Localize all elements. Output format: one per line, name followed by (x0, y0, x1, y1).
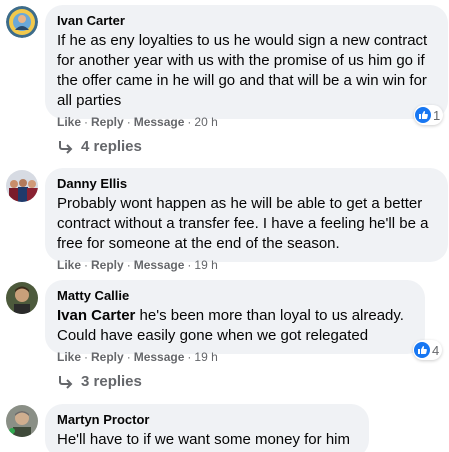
comment-actions: Like · Reply · Message · 19 h (57, 349, 218, 365)
replies-count: 3 replies (81, 373, 142, 390)
comment-actions: Like · Reply · Message · 20 h (57, 114, 218, 130)
reply-button[interactable]: Reply (91, 350, 124, 364)
comment-text: If he as eny loyalties to us he would si… (57, 32, 428, 109)
comment-author[interactable]: Danny Ellis (57, 176, 436, 192)
like-button[interactable]: Like (57, 115, 81, 129)
like-reaction-icon (414, 342, 430, 358)
reaction-count[interactable]: 4 (413, 340, 443, 360)
reaction-count[interactable]: 1 (414, 105, 444, 125)
replies-count: 4 replies (81, 138, 142, 155)
separator: · (84, 115, 89, 129)
comment-bubble: Matty Callie Ivan Carter he's been more … (45, 280, 425, 354)
comment-bubble: Danny Ellis Probably wont happen as he w… (45, 168, 448, 262)
separator: · (126, 258, 131, 272)
view-replies-button[interactable]: 4 replies (57, 137, 142, 157)
separator: · (187, 115, 192, 129)
like-button[interactable]: Like (57, 350, 81, 364)
like-reaction-icon (415, 107, 431, 123)
comment-text: Ivan Carter he's been more than loyal to… (57, 306, 413, 346)
profile-photo-icon (6, 282, 38, 314)
reply-button[interactable]: Reply (91, 115, 124, 129)
reaction-number: 4 (432, 342, 440, 358)
comment-author[interactable]: Ivan Carter (57, 13, 436, 29)
separator: · (84, 350, 89, 364)
message-button[interactable]: Message (134, 258, 185, 272)
view-replies-button[interactable]: 3 replies (57, 372, 142, 392)
timestamp[interactable]: 19 h (194, 258, 217, 272)
comment-author[interactable]: Matty Callie (57, 288, 413, 304)
separator: · (126, 115, 131, 129)
profile-photo-icon (6, 6, 38, 38)
reaction-number: 1 (433, 107, 441, 123)
mention-link[interactable]: Ivan Carter (57, 307, 135, 324)
separator: · (187, 258, 192, 272)
timestamp[interactable]: 20 h (194, 115, 217, 129)
reply-arrow-icon (59, 376, 73, 389)
like-button[interactable]: Like (57, 258, 81, 272)
comment-actions: Like · Reply · Message · 19 h (57, 257, 218, 273)
comment-bubble: Martyn Proctor He'll have to if we want … (45, 404, 369, 452)
reply-button[interactable]: Reply (91, 258, 124, 272)
message-button[interactable]: Message (134, 115, 185, 129)
avatar[interactable] (6, 6, 38, 38)
separator: · (84, 258, 89, 272)
comment-text: Probably wont happen as he will be able … (57, 195, 429, 252)
timestamp[interactable]: 19 h (194, 350, 217, 364)
message-button[interactable]: Message (134, 350, 185, 364)
reply-arrow-icon (59, 141, 73, 154)
separator: · (126, 350, 131, 364)
avatar[interactable] (6, 282, 38, 314)
comment-text: He'll have to if we want some money for … (57, 431, 350, 448)
comment-author[interactable]: Martyn Proctor (57, 412, 357, 428)
profile-photo-icon (6, 405, 38, 437)
avatar[interactable] (6, 170, 38, 202)
avatar[interactable] (6, 405, 38, 437)
comment-bubble: Ivan Carter If he as eny loyalties to us… (45, 5, 448, 119)
separator: · (187, 350, 192, 364)
profile-photo-icon (6, 170, 38, 202)
